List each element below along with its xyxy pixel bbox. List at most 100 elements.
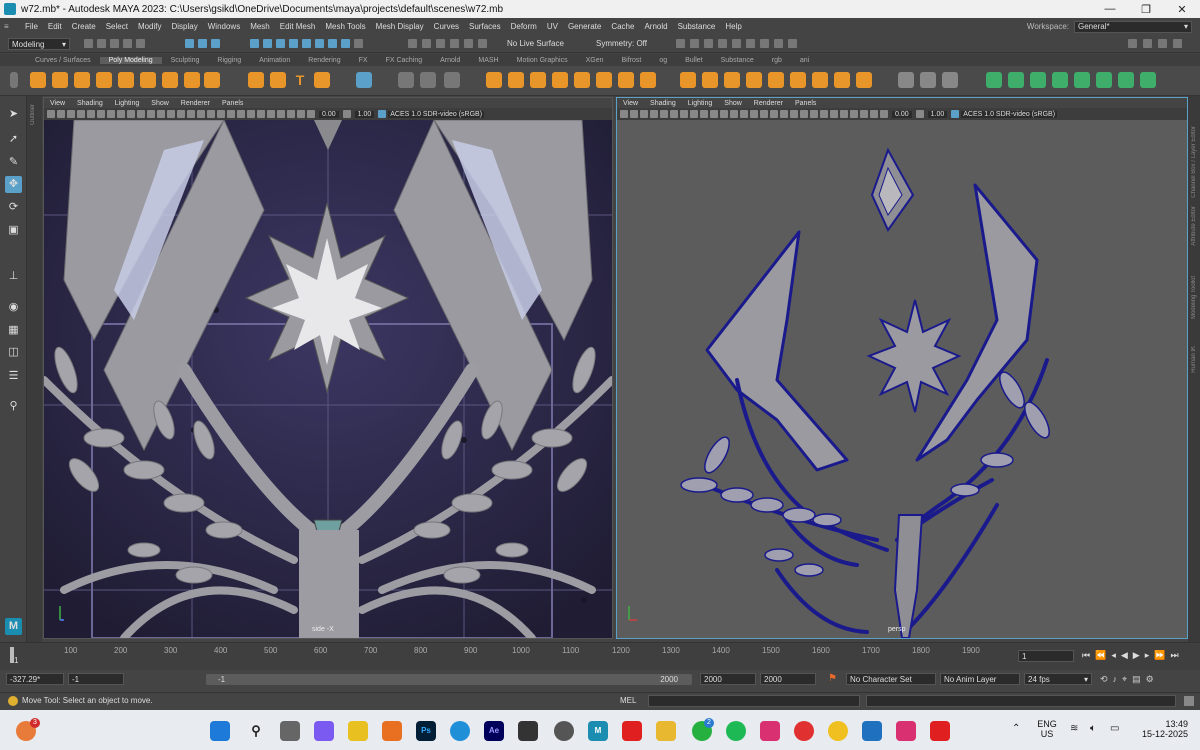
safe-action-icon[interactable] bbox=[720, 110, 728, 118]
xray-joints-icon[interactable] bbox=[287, 110, 295, 118]
edge-icon[interactable] bbox=[450, 721, 470, 741]
menu-help[interactable]: Help bbox=[720, 22, 746, 31]
shelf-tab-fx-caching[interactable]: FX Caching bbox=[377, 57, 432, 64]
select-hierarchy-icon[interactable] bbox=[185, 39, 194, 48]
modeling-toolkit-tab[interactable]: Modeling Toolkit bbox=[1191, 276, 1197, 319]
sweep-mesh-icon[interactable] bbox=[248, 72, 264, 88]
menu-hamburger-icon[interactable]: ≡ bbox=[4, 22, 16, 32]
playback-end-field[interactable]: 2000 bbox=[700, 673, 756, 685]
image-plane-icon[interactable] bbox=[650, 110, 658, 118]
super-shape-icon[interactable] bbox=[204, 72, 220, 88]
blender-icon[interactable] bbox=[382, 721, 402, 741]
menu-surfaces[interactable]: Surfaces bbox=[464, 22, 506, 31]
modeling-toolkit-toggle-icon[interactable] bbox=[1128, 39, 1137, 48]
vp-right-menu-shading[interactable]: Shading bbox=[644, 100, 682, 107]
isolate-select-icon[interactable] bbox=[267, 110, 275, 118]
boolean-intersection-icon[interactable] bbox=[530, 72, 546, 88]
shelf-tab-curves-surfaces[interactable]: Curves / Surfaces bbox=[26, 57, 100, 64]
volume-icon[interactable]: 🔈︎ bbox=[1090, 723, 1096, 734]
automatic-map-icon[interactable] bbox=[1074, 72, 1090, 88]
image-plane-icon[interactable] bbox=[77, 110, 85, 118]
menu-modify[interactable]: Modify bbox=[133, 22, 167, 31]
shadows-icon[interactable] bbox=[790, 110, 798, 118]
vp-left-menu-lighting[interactable]: Lighting bbox=[109, 100, 146, 107]
poly-cone-icon[interactable] bbox=[96, 72, 112, 88]
bevel-icon[interactable] bbox=[724, 72, 740, 88]
svg-tool-icon[interactable] bbox=[314, 72, 330, 88]
planar-map-icon[interactable] bbox=[1052, 72, 1068, 88]
sketch-app-icon[interactable] bbox=[348, 721, 368, 741]
separate-icon[interactable] bbox=[420, 72, 436, 88]
menu-mesh[interactable]: Mesh bbox=[245, 22, 275, 31]
shopping-app-icon[interactable] bbox=[794, 721, 814, 741]
lights-icon[interactable] bbox=[780, 110, 788, 118]
layout-uv-icon[interactable] bbox=[1030, 72, 1046, 88]
gamma-field[interactable]: 1.00 bbox=[927, 110, 948, 118]
sew-uv-icon[interactable] bbox=[1118, 72, 1134, 88]
restore-button[interactable]: ❐ bbox=[1128, 3, 1164, 16]
safe-action-icon[interactable] bbox=[147, 110, 155, 118]
task-view-icon[interactable] bbox=[280, 721, 300, 741]
new-scene-icon[interactable] bbox=[84, 39, 93, 48]
battery-icon[interactable]: ▭ bbox=[1110, 723, 1119, 734]
menu-windows[interactable]: Windows bbox=[203, 22, 245, 31]
youtube-app-icon[interactable] bbox=[930, 721, 950, 741]
gate-mask-icon[interactable] bbox=[700, 110, 708, 118]
fill-hole-icon[interactable] bbox=[596, 72, 612, 88]
insert-edge-loop-icon[interactable] bbox=[856, 72, 872, 88]
instagram-app-icon[interactable] bbox=[896, 721, 916, 741]
reduce-icon[interactable] bbox=[618, 72, 634, 88]
clock[interactable]: 13:49 15-12-2025 bbox=[1132, 719, 1188, 739]
field-chart-icon[interactable] bbox=[710, 110, 718, 118]
menu-cache[interactable]: Cache bbox=[606, 22, 639, 31]
go-to-end-icon[interactable]: ⏭ bbox=[1170, 650, 1178, 661]
create-uv-icon[interactable] bbox=[986, 72, 1002, 88]
shelf-tab-sculpting[interactable]: Sculpting bbox=[162, 57, 209, 64]
vp-left-menu-renderer[interactable]: Renderer bbox=[175, 100, 216, 107]
instagram-icon[interactable] bbox=[760, 721, 780, 741]
shelf-tab-og[interactable]: og bbox=[650, 57, 676, 64]
audio-icon[interactable]: ♪ bbox=[1113, 674, 1118, 685]
menu-select[interactable]: Select bbox=[101, 22, 133, 31]
play-backward-icon[interactable]: ◀ bbox=[1121, 650, 1128, 661]
default-material-icon[interactable] bbox=[760, 110, 768, 118]
mask-deformations-icon[interactable] bbox=[302, 39, 311, 48]
safe-title-icon[interactable] bbox=[730, 110, 738, 118]
colorspace-dropdown[interactable]: ACES 1.0 SDR-video (sRGB) bbox=[388, 110, 485, 118]
poly-sphere-icon[interactable] bbox=[30, 72, 46, 88]
xray-icon[interactable] bbox=[277, 110, 285, 118]
merge-icon[interactable] bbox=[746, 72, 762, 88]
anti-aliasing-icon[interactable] bbox=[820, 110, 828, 118]
photoshop-icon[interactable]: Ps bbox=[416, 721, 436, 741]
menu-file[interactable]: File bbox=[20, 22, 43, 31]
menu-arnold[interactable]: Arnold bbox=[639, 22, 672, 31]
shelf-tab-xgen[interactable]: XGen bbox=[577, 57, 613, 64]
spotify-icon[interactable] bbox=[726, 721, 746, 741]
render-frame-icon[interactable] bbox=[690, 39, 699, 48]
grease-pencil-icon[interactable] bbox=[87, 110, 95, 118]
end-time-field[interactable]: 2000 bbox=[760, 673, 816, 685]
poly-disc-icon[interactable] bbox=[162, 72, 178, 88]
anim-layer-dropdown[interactable]: No Anim Layer bbox=[940, 673, 1020, 685]
motion-blur-icon[interactable] bbox=[237, 110, 245, 118]
menu-deform[interactable]: Deform bbox=[506, 22, 542, 31]
xray-components-icon[interactable] bbox=[297, 110, 305, 118]
vp-left-menu-view[interactable]: View bbox=[44, 100, 71, 107]
step-back-key-icon[interactable]: ⏪ bbox=[1095, 650, 1106, 661]
anti-aliasing-icon[interactable] bbox=[247, 110, 255, 118]
grid-icon[interactable] bbox=[670, 110, 678, 118]
two-view-layout-icon[interactable]: ◫ bbox=[5, 344, 22, 361]
color-management-icon[interactable] bbox=[378, 110, 387, 118]
shelf-tab-mash[interactable]: MASH bbox=[469, 57, 507, 64]
motion-blur-icon[interactable] bbox=[810, 110, 818, 118]
loop-icon[interactable]: ⟲ bbox=[1100, 674, 1108, 685]
append-polygon-icon[interactable] bbox=[768, 72, 784, 88]
language-indicator[interactable]: ENG US bbox=[1036, 719, 1058, 739]
gate-mask-icon[interactable] bbox=[127, 110, 135, 118]
xray-components-icon[interactable] bbox=[870, 110, 878, 118]
grid-icon[interactable] bbox=[97, 110, 105, 118]
ambient-occlusion-icon[interactable] bbox=[227, 110, 235, 118]
gamma-field[interactable]: 1.00 bbox=[354, 110, 375, 118]
grease-pencil-icon[interactable] bbox=[660, 110, 668, 118]
preferences-icon[interactable]: ⚙ bbox=[1146, 674, 1154, 685]
